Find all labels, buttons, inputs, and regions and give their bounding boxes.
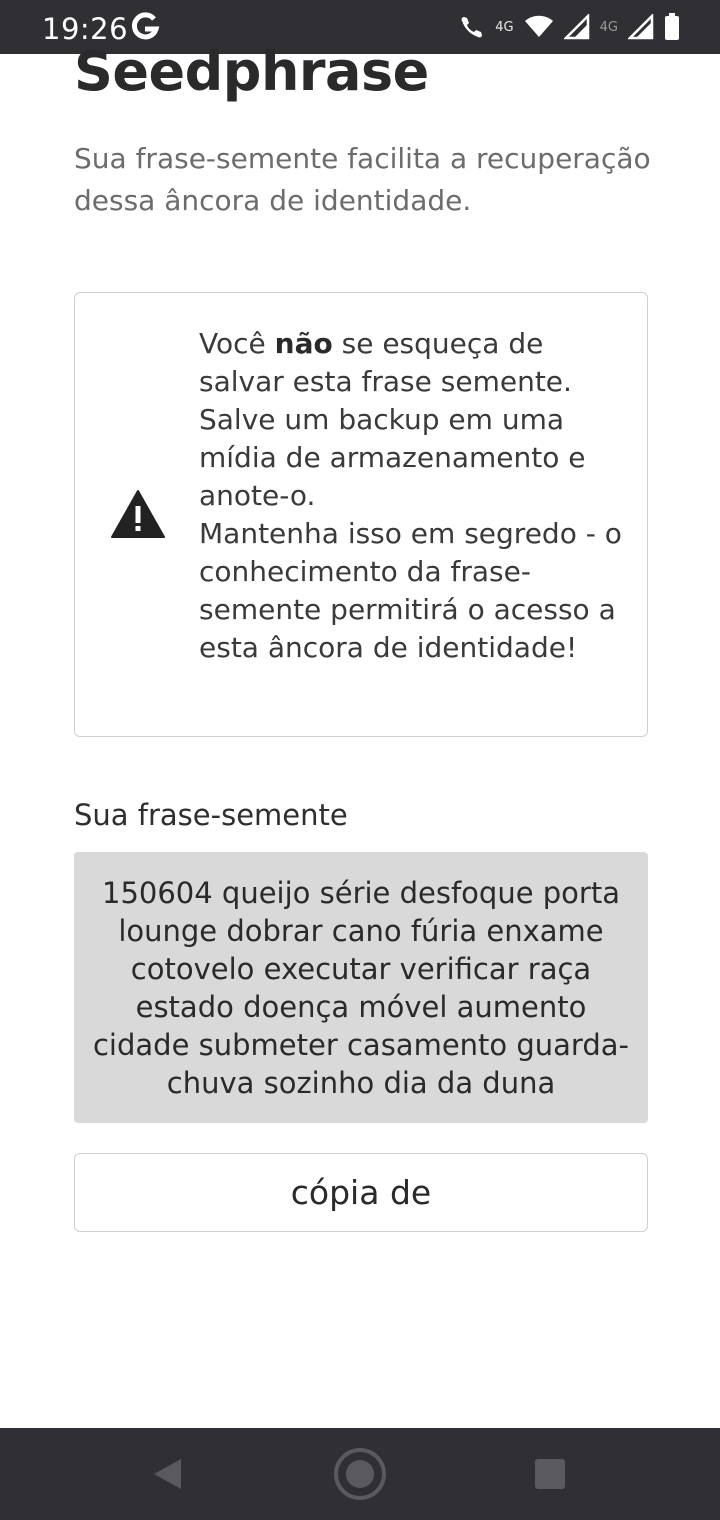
- nav-recents-icon[interactable]: [535, 1459, 565, 1494]
- page-subtitle: Sua frase-semente facilita a recuperação…: [74, 142, 651, 217]
- seed-phrase-label: Sua frase-semente: [74, 798, 348, 832]
- wifi-icon: [524, 15, 554, 39]
- copy-button[interactable]: cópia de: [74, 1153, 648, 1232]
- warning-text-part-3: Mantenha isso em segredo - o conheciment…: [199, 517, 622, 664]
- status-icons: 4G 4G: [459, 12, 680, 42]
- seed-phrase-box: 150604 queijo série desfoque porta loung…: [74, 852, 648, 1123]
- warning-text-part-1: Você: [199, 327, 275, 360]
- warning-text-bold: não: [274, 327, 333, 360]
- page-title: Seedphrase: [74, 40, 429, 103]
- warning-icon: [110, 489, 166, 539]
- seed-phrase-text: 150604 queijo série desfoque porta loung…: [92, 876, 629, 1100]
- warning-text: Você não se esqueça de salvar esta frase…: [199, 325, 629, 667]
- wifi-calling-icon: [459, 14, 485, 40]
- signal-icon-2: [628, 14, 654, 40]
- battery-icon: [664, 13, 680, 41]
- navigation-bar: [0, 1428, 720, 1520]
- signal-icon: [563, 14, 590, 40]
- network-type-label: 4G: [495, 19, 514, 35]
- google-g-icon: [130, 10, 160, 44]
- warning-box: Você não se esqueça de salvar esta frase…: [74, 292, 648, 737]
- network-type-label-2: 4G: [599, 19, 618, 35]
- nav-back-icon[interactable]: [150, 1456, 184, 1497]
- nav-home-icon[interactable]: [332, 1446, 388, 1507]
